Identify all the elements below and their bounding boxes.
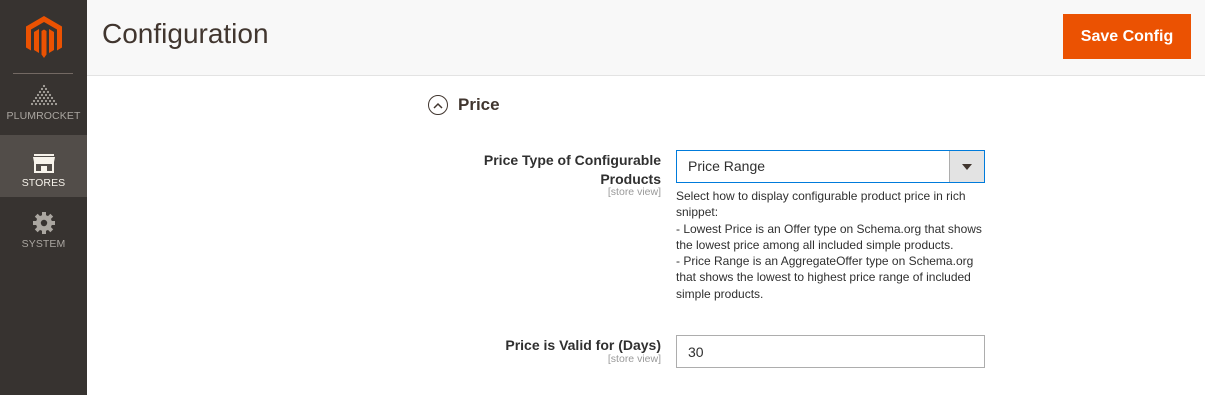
note-line: - Price Range is an AggregateOffer type … xyxy=(676,254,974,301)
sidebar-item-system[interactable]: SYSTEM xyxy=(0,200,87,256)
sidebar-item-plumrocket[interactable]: PLUMROCKET xyxy=(0,80,87,134)
sidebar-item-label: STORES xyxy=(21,177,66,189)
chevron-down-icon xyxy=(962,163,972,170)
section-title: Price xyxy=(458,95,500,114)
page-header: Configuration Save Config xyxy=(87,0,1205,76)
chevron-up-circle-icon xyxy=(428,95,448,115)
note-line: Select how to display configurable produ… xyxy=(676,189,966,220)
sidebar-item-label: PLUMROCKET xyxy=(6,110,81,122)
price-type-note: Select how to display configurable produ… xyxy=(676,188,988,302)
logo-divider xyxy=(13,73,73,74)
section-price-toggle[interactable]: Price xyxy=(428,95,500,115)
magento-logo-icon xyxy=(25,15,62,58)
save-config-button[interactable]: Save Config xyxy=(1063,14,1191,59)
price-type-select[interactable]: Price Range xyxy=(676,150,985,183)
gear-icon xyxy=(32,208,55,234)
store-icon xyxy=(32,147,56,173)
price-type-label: Price Type of Configurable Products xyxy=(483,152,661,187)
sidebar-item-stores[interactable]: STORES xyxy=(0,135,87,197)
plumrocket-icon xyxy=(30,80,58,106)
admin-sidebar: PLUMROCKET STORES SYSTEM xyxy=(0,0,87,395)
page-title: Configuration xyxy=(102,18,269,49)
select-toggle[interactable] xyxy=(949,151,984,182)
sidebar-item-label: SYSTEM xyxy=(21,238,66,250)
valid-days-input[interactable] xyxy=(676,335,985,368)
price-type-select-value: Price Range xyxy=(688,158,766,174)
valid-days-scope: [store view] xyxy=(607,353,661,365)
price-type-scope: [store view] xyxy=(607,186,661,198)
note-line: - Lowest Price is an Offer type on Schem… xyxy=(676,221,982,252)
magento-logo[interactable] xyxy=(0,0,87,73)
